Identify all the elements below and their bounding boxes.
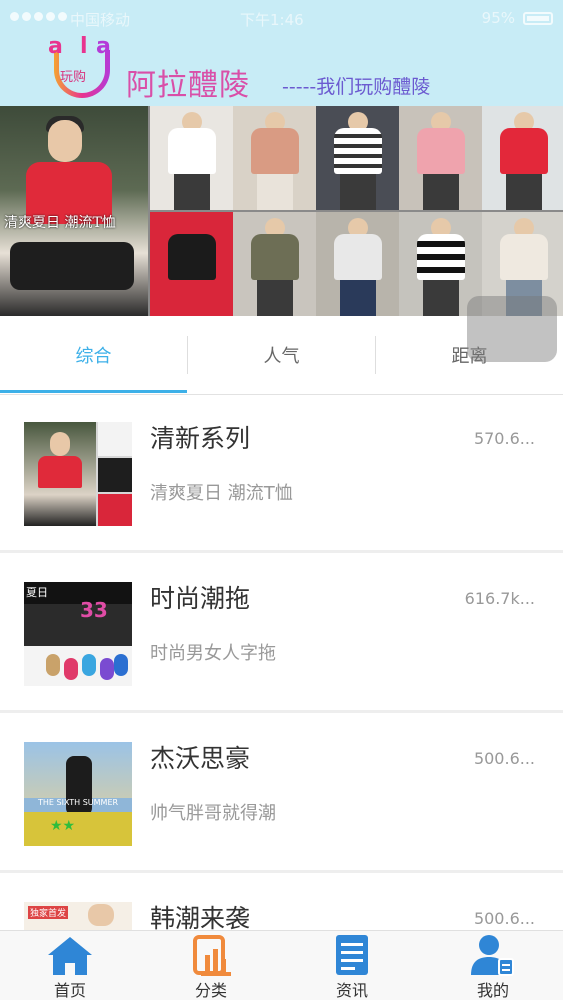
status-time: 下午1:46 [240,11,304,29]
shop-distance: 500.6... [473,909,535,928]
brand-name: 阿拉醴陵 [126,68,250,103]
nav-profile[interactable]: 我的 [423,931,563,1001]
assistive-touch-button[interactable] [467,296,557,362]
shop-subtitle: 清爽夏日 潮流T恤 [150,483,293,504]
banner-tile [233,106,316,210]
signal-strength-icon [10,12,67,21]
shop-thumbnail: 夏日 33 [24,582,132,686]
banner-tile [233,212,316,316]
list-item[interactable]: 独家首发 韩潮来袭 500.6... [0,875,563,930]
banner-tile [316,106,399,210]
nav-news[interactable]: 资讯 [282,931,422,1001]
battery-icon [523,12,553,25]
banner-tile [150,212,233,316]
banner-hero-image [0,106,148,316]
shop-title: 清新系列 [150,424,251,453]
shop-title: 韩潮来袭 [150,904,251,930]
status-bar: 中国移动 下午1:46 95% [0,0,563,38]
category-icon [193,935,231,976]
nav-news-label: 资讯 [335,981,368,1000]
banner-tile [150,106,233,210]
nav-category[interactable]: 分类 [141,931,281,1001]
shop-distance: 570.6... [473,429,535,448]
shop-subtitle: 帅气胖哥就得潮 [150,803,276,824]
app-logo: a l a 玩购 [46,34,122,104]
news-icon [336,935,368,975]
shop-list: 清新系列 清爽夏日 潮流T恤 570.6... 夏日 33 时尚潮拖 时尚男女人… [0,395,563,930]
app-header: a l a 玩购 阿拉醴陵 -----我们玩购醴陵 [0,34,563,106]
nav-profile-label: 我的 [476,981,509,1000]
shop-thumbnail: 独家首发 [24,902,132,930]
banner-tile [482,106,563,210]
banner-caption: 清爽夏日 潮流T恤 [4,215,116,231]
carrier-name: 中国移动 [70,11,131,29]
home-icon [48,937,92,975]
shop-subtitle: 时尚男女人字拖 [150,643,276,664]
list-item[interactable]: 夏日 33 时尚潮拖 时尚男女人字拖 616.7k... [0,555,563,713]
nav-home-label: 首页 [53,981,86,1000]
shop-thumbnail: THE SIXTH SUMMER ★★ [24,742,132,846]
brand-slogan: -----我们玩购醴陵 [282,76,431,98]
shop-title: 时尚潮拖 [150,584,251,613]
list-item[interactable]: THE SIXTH SUMMER ★★ 杰沃思豪 帅气胖哥就得潮 500.6..… [0,715,563,873]
shop-distance: 500.6... [473,749,535,768]
tab-comprehensive[interactable]: 综合 [0,316,187,394]
tab-popularity[interactable]: 人气 [188,316,375,394]
nav-category-label: 分类 [194,981,227,1000]
battery-percent: 95% [481,9,515,27]
banner-tile [399,106,482,210]
bottom-tab-bar: 首页 分类 资讯 我的 [0,930,563,1000]
promo-banner[interactable]: 清爽夏日 潮流T恤 [0,106,563,316]
banner-tile [316,212,399,316]
active-tab-indicator [0,390,187,393]
shop-title: 杰沃思豪 [150,744,251,773]
shop-thumbnail [24,422,132,526]
profile-icon [471,935,514,976]
nav-home[interactable]: 首页 [0,931,140,1001]
list-item[interactable]: 清新系列 清爽夏日 潮流T恤 570.6... [0,395,563,553]
shop-distance: 616.7k... [464,589,535,608]
